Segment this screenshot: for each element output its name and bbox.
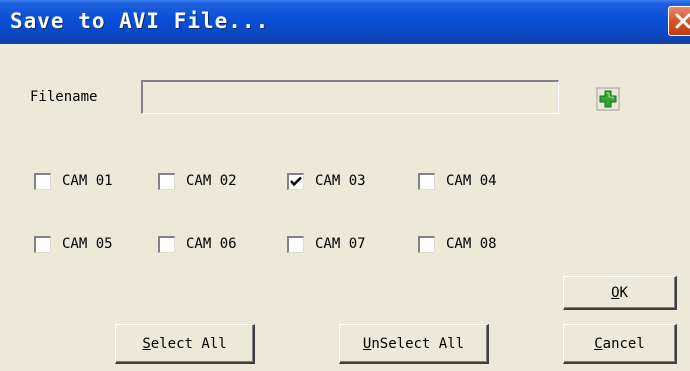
cam-04-box[interactable] (418, 172, 435, 190)
cam-02-label: CAM 02 (186, 173, 237, 189)
cam-08-checkbox[interactable]: CAM 08 (418, 233, 497, 255)
select-all-mnemonic: S (142, 335, 151, 352)
unselect-all-mnemonic: U (362, 335, 372, 352)
checkmark-icon (290, 176, 302, 186)
ok-label-rest: K (619, 284, 628, 301)
cam-06-checkbox[interactable]: CAM 06 (158, 233, 237, 255)
unselect-all-label-rest: nSelect All (371, 335, 465, 352)
green-plus-icon (596, 87, 620, 111)
ok-button[interactable]: OK (563, 276, 677, 310)
cam-01-label: CAM 01 (62, 173, 113, 189)
cam-06-box[interactable] (158, 235, 175, 253)
cam-03-checkbox[interactable]: CAM 03 (287, 170, 366, 192)
select-all-label-rest: elect All (150, 335, 227, 352)
select-all-button[interactable]: Select All (115, 324, 255, 364)
save-avi-dialog: Save to AVI File... Filename CAM 01 CAM … (0, 0, 690, 371)
cam-04-label: CAM 04 (446, 173, 497, 189)
close-x-icon (675, 13, 690, 29)
cam-01-checkbox[interactable]: CAM 01 (34, 170, 113, 192)
cancel-button[interactable]: Cancel (563, 324, 677, 364)
cam-01-box[interactable] (34, 172, 51, 190)
cancel-label-rest: ancel (602, 335, 645, 352)
ok-mnemonic: O (611, 284, 620, 301)
cam-04-checkbox[interactable]: CAM 04 (418, 170, 497, 192)
cam-03-label: CAM 03 (315, 173, 366, 189)
cam-05-label: CAM 05 (62, 236, 113, 252)
cam-08-label: CAM 08 (446, 236, 497, 252)
filename-label: Filename (30, 89, 98, 105)
cam-07-checkbox[interactable]: CAM 07 (287, 233, 366, 255)
unselect-all-button[interactable]: UnSelect All (339, 324, 489, 364)
add-file-button[interactable] (595, 86, 621, 112)
window-title: Save to AVI File... (10, 9, 270, 33)
cam-05-checkbox[interactable]: CAM 05 (34, 233, 113, 255)
cam-07-box[interactable] (287, 235, 304, 253)
close-button[interactable] (668, 6, 690, 36)
cam-02-checkbox[interactable]: CAM 02 (158, 170, 237, 192)
cam-03-box[interactable] (287, 172, 304, 190)
cam-05-box[interactable] (34, 235, 51, 253)
title-bar[interactable]: Save to AVI File... (0, 0, 690, 44)
cam-08-box[interactable] (418, 235, 435, 253)
cam-02-box[interactable] (158, 172, 175, 190)
cancel-mnemonic: C (594, 335, 603, 352)
cam-07-label: CAM 07 (315, 236, 366, 252)
filename-input[interactable] (141, 80, 559, 114)
cam-06-label: CAM 06 (186, 236, 237, 252)
